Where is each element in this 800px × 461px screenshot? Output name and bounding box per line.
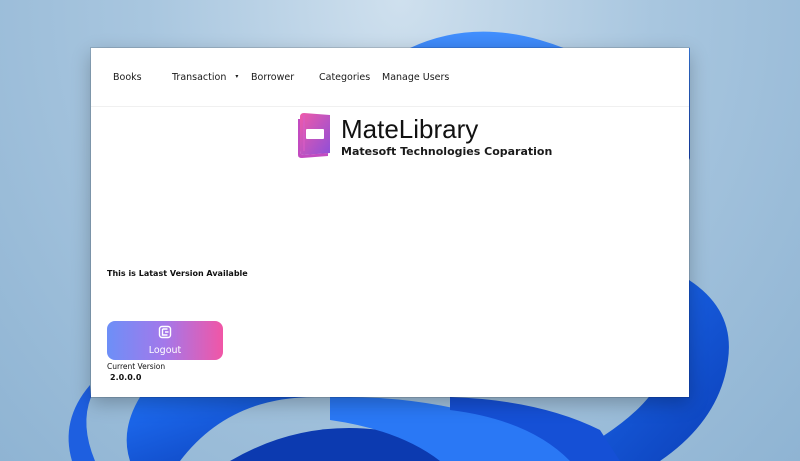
app-name: MateLibrary: [341, 114, 479, 144]
menu-item-transaction[interactable]: Transaction ▾: [172, 72, 238, 83]
current-version-label: Current Version: [107, 362, 166, 371]
logout-label: Logout: [148, 345, 182, 356]
chevron-down-icon: ▾: [235, 73, 239, 80]
company-name: Matesoft Technologies Coparation: [341, 145, 553, 158]
menu-item-transaction-label: Transaction: [172, 72, 227, 83]
update-status-message: This is Latast Version Available: [107, 269, 248, 278]
menu-item-manage-users[interactable]: Manage Users: [382, 72, 449, 83]
menu-item-categories-label: Categories: [319, 72, 371, 83]
menu-bar: Books Transaction ▾ Borrower Categories M…: [91, 48, 689, 107]
menu-item-books-label: Books: [113, 72, 142, 83]
menu-item-borrower[interactable]: Borrower: [251, 72, 294, 83]
menu-item-categories[interactable]: Categories: [319, 72, 370, 83]
book-icon: [298, 113, 330, 158]
menu-item-books[interactable]: Books: [113, 72, 142, 83]
desktop: Books Transaction ▾ Borrower Categories M…: [0, 0, 800, 461]
logout-button[interactable]: Logout: [107, 321, 223, 360]
logout-icon: [158, 325, 172, 339]
menu-item-borrower-label: Borrower: [251, 72, 295, 83]
current-version-value: 2.0.0.0: [110, 373, 142, 382]
brand-header: MateLibrary Matesoft Technologies Copara…: [294, 111, 552, 161]
app-window: Books Transaction ▾ Borrower Categories M…: [91, 48, 689, 397]
menu-item-manage-users-label: Manage Users: [382, 72, 450, 83]
